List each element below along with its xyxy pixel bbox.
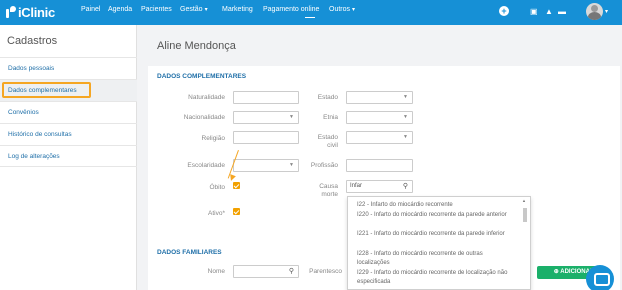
nav-pacientes[interactable]: Pacientes: [141, 6, 172, 13]
label-nacionalidade: Nacionalidade: [183, 114, 225, 121]
new-badge-underline: [305, 17, 315, 18]
dropdown-scrollbar[interactable]: ▲: [522, 198, 528, 289]
religiao-input[interactable]: [233, 131, 299, 144]
label-causa-morte: Causa morte: [300, 183, 338, 199]
chevron-down-icon: ▼: [403, 114, 408, 120]
nacionalidade-select[interactable]: ▼: [233, 111, 299, 124]
label-estado: Estado: [317, 94, 338, 101]
chat-icon[interactable]: ▬: [558, 7, 566, 17]
dropdown-option[interactable]: I228 - Infarto do miocárdio recorrente d…: [357, 250, 517, 268]
dropdown-option[interactable]: I22 - Infarto do miocárdio recorrente: [357, 201, 517, 210]
nav-outros[interactable]: Outros ▾: [329, 6, 355, 13]
label-obito: Óbito: [209, 184, 225, 191]
label-religiao: Religião: [201, 135, 226, 142]
sidebar-item-dados-complementares[interactable]: Dados complementares: [0, 79, 137, 101]
escolaridade-select[interactable]: ▼: [233, 159, 299, 172]
sidebar-item-convenios[interactable]: Convênios: [0, 101, 137, 123]
label-nome: Nome: [207, 268, 225, 275]
logo-text: iClinic: [18, 4, 55, 20]
estado-select[interactable]: ▼: [346, 91, 413, 104]
search-icon: ⚲: [288, 268, 294, 275]
chevron-down-icon: ▼: [403, 134, 408, 140]
sidebar-item-dados-pessoais[interactable]: Dados pessoais: [0, 57, 137, 79]
label-causa-line2: morte: [321, 191, 338, 198]
causa-morte-dropdown: I22 - Infarto do miocárdio recorrente I2…: [347, 196, 531, 290]
scroll-up-icon[interactable]: ▲: [522, 198, 526, 203]
page-title: Aline Mendonça: [157, 40, 236, 52]
etnia-select[interactable]: ▼: [346, 111, 413, 124]
scrollbar-thumb[interactable]: [523, 208, 527, 222]
estado-civil-select[interactable]: ▼: [346, 131, 413, 144]
label-estado-civil: Estado civil: [300, 134, 338, 150]
dropdown-option[interactable]: I221 - Infarto do miocárdio recorrente d…: [357, 230, 517, 239]
nav-painel[interactable]: Painel: [81, 6, 100, 13]
obito-checkbox[interactable]: [233, 182, 240, 189]
sidebar-title: Cadastros: [7, 35, 58, 47]
top-navbar: iClinic Painel Agenda Pacientes Gestão ▾ …: [0, 0, 622, 25]
chevron-down-icon: ▼: [289, 162, 294, 168]
dropdown-option[interactable]: I229 - Infarto do miocárdio recorrente d…: [357, 269, 517, 287]
bell-icon[interactable]: ▲: [545, 7, 553, 17]
causa-morte-value: Infar: [350, 183, 363, 189]
plus-icon[interactable]: +: [499, 6, 509, 16]
label-estado-civil-line2: civil: [327, 142, 338, 149]
logo[interactable]: iClinic: [6, 4, 55, 20]
ativo-checkbox[interactable]: [233, 208, 240, 215]
nav-gestao[interactable]: Gestão ▾: [180, 6, 208, 13]
label-profissao: Profissão: [310, 162, 338, 169]
label-etnia: Etnia: [323, 114, 338, 121]
logo-icon: [6, 5, 17, 19]
label-naturalidade: Naturalidade: [188, 94, 225, 101]
chevron-down-icon: ▼: [403, 94, 408, 100]
label-causa-line1: Causa: [319, 183, 338, 190]
nav-agenda[interactable]: Agenda: [108, 6, 132, 13]
chevron-down-icon: ▾: [204, 7, 208, 13]
label-escolaridade: Escolaridade: [187, 162, 225, 169]
label-parentesco: Parentesco: [309, 268, 342, 275]
section-title-complementares: DADOS COMPLEMENTARES: [157, 73, 247, 80]
causa-morte-search[interactable]: Infar ⚲: [346, 180, 413, 193]
chat-widget-button[interactable]: [586, 265, 614, 290]
nav-pagamento-online[interactable]: Pagamento online: [263, 6, 319, 13]
sidebar-item-log-alteracoes[interactable]: Log de alterações: [0, 145, 137, 167]
naturalidade-input[interactable]: [233, 91, 299, 104]
nav-marketing[interactable]: Marketing: [222, 6, 253, 13]
section-title-familiares: DADOS FAMILIARES: [157, 249, 222, 256]
sidebar-item-historico-consultas[interactable]: Histórico de consultas: [0, 123, 137, 145]
label-estado-civil-line1: Estado: [317, 134, 338, 141]
nav-gestao-label: Gestão: [180, 6, 203, 13]
nome-familiar-search[interactable]: ⚲: [233, 265, 299, 278]
chevron-down-icon[interactable]: ▾: [605, 8, 608, 15]
nav-outros-label: Outros: [329, 6, 351, 13]
search-icon: ⚲: [402, 183, 408, 190]
chevron-down-icon: ▼: [289, 114, 294, 120]
label-ativo: Ativo*: [208, 210, 225, 217]
profissao-input[interactable]: [346, 159, 413, 172]
chevron-down-icon: ▾: [352, 7, 356, 13]
dropdown-option[interactable]: I220 - Infarto do miocárdio recorrente d…: [357, 211, 517, 220]
sidebar: Cadastros Dados pessoais Dados complemen…: [0, 25, 137, 290]
avatar[interactable]: [586, 3, 603, 20]
gift-icon[interactable]: ▣: [530, 7, 538, 17]
